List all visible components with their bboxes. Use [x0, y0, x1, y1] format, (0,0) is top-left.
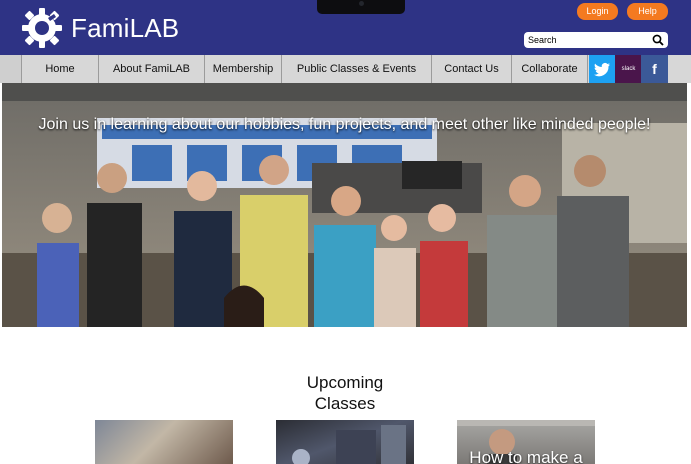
- hero-headline: Join us in learning about our hobbies, f…: [38, 116, 651, 133]
- upcoming-classes-title: Upcoming Classes: [306, 373, 384, 413]
- nav-item-about[interactable]: About FamiLAB: [99, 55, 205, 83]
- slack-icon: slack: [621, 66, 636, 72]
- class-card-caption: How to make a: [469, 448, 583, 464]
- class-card[interactable]: How to make a: [457, 420, 595, 464]
- nav-item-membership[interactable]: Membership: [205, 55, 282, 83]
- class-card[interactable]: [95, 420, 233, 464]
- camera-dot-icon: [359, 1, 364, 6]
- search-input[interactable]: [528, 32, 646, 48]
- login-button[interactable]: Login: [577, 3, 618, 20]
- nav-item-public-classes[interactable]: Public Classes & Events: [282, 55, 432, 83]
- site-logo-text[interactable]: FamiLAB: [71, 12, 179, 44]
- twitter-link[interactable]: [589, 55, 616, 83]
- nav-left-spacer: [0, 55, 21, 83]
- search-icon[interactable]: [652, 34, 664, 46]
- class-card-image: [292, 425, 406, 464]
- webcam-notch: [317, 0, 405, 14]
- class-card[interactable]: [276, 420, 414, 464]
- nav-item-collaborate[interactable]: Collaborate: [512, 55, 588, 83]
- search-box: [524, 32, 668, 48]
- hero-banner: Join us in learning about our hobbies, f…: [2, 83, 687, 327]
- facebook-link[interactable]: f: [641, 55, 668, 83]
- nav-item-home[interactable]: Home: [21, 55, 99, 83]
- twitter-icon: [594, 62, 610, 77]
- nav-item-contact[interactable]: Contact Us: [432, 55, 512, 83]
- gear-logo-icon[interactable]: [20, 6, 64, 50]
- facebook-icon: f: [652, 61, 657, 77]
- slack-link[interactable]: slack: [615, 55, 642, 83]
- main-nav: Home About FamiLAB Membership Public Cla…: [0, 55, 691, 83]
- site-header: FamiLAB Login Help: [0, 0, 691, 55]
- help-button[interactable]: Help: [627, 3, 668, 20]
